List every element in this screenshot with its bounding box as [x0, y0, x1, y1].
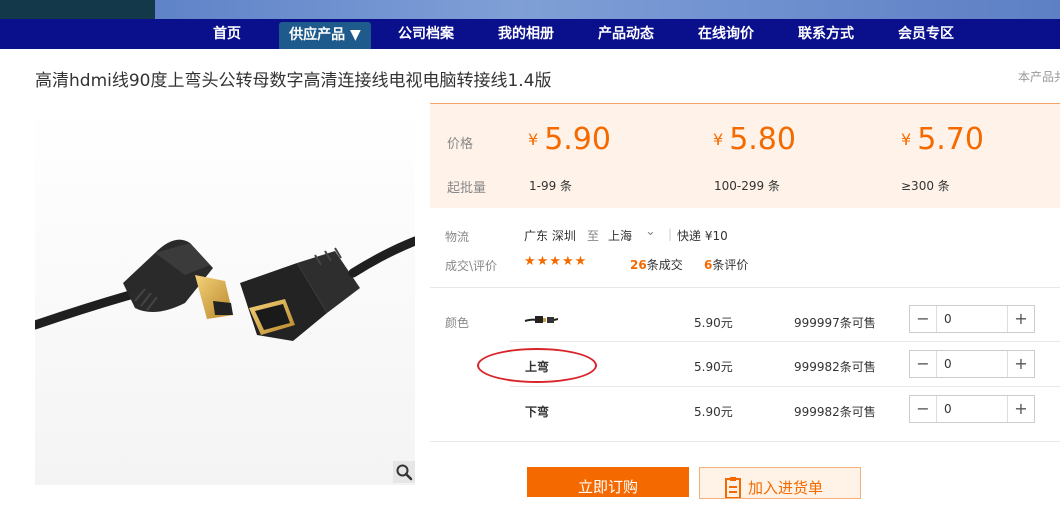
- clipboard-icon: [725, 477, 741, 498]
- nav-item-contact[interactable]: 联系方式: [788, 19, 864, 49]
- section-divider: [430, 287, 1060, 288]
- quantity-stepper: − 0 +: [909, 305, 1035, 333]
- color-label: 颜色: [445, 316, 470, 330]
- reviews-suffix: 条评价: [712, 258, 749, 272]
- quantity-input[interactable]: 0: [944, 396, 952, 422]
- reviews-summary[interactable]: 6条评价: [704, 256, 748, 273]
- row-divider: [510, 386, 1060, 387]
- decrease-button[interactable]: −: [910, 396, 937, 422]
- separator: |: [668, 227, 673, 241]
- price-panel: 价格 起批量 ¥5.90 ¥5.80 ¥5.70 1-99 条 100-299 …: [430, 104, 1060, 208]
- price-value: 5.70: [917, 122, 984, 157]
- section-divider: [430, 441, 1060, 442]
- variant-thumbnail[interactable]: [524, 312, 559, 331]
- quantity-input[interactable]: 0: [944, 351, 952, 377]
- cable-thumbnail-icon: [524, 316, 559, 323]
- price-value: 5.90: [544, 122, 611, 157]
- magnifier-icon: [396, 464, 413, 481]
- variant-stock: 999997条可售: [794, 316, 876, 330]
- deals-summary[interactable]: 26条成交: [630, 256, 683, 273]
- nav-item-home[interactable]: 首页: [198, 19, 256, 49]
- banner-dark-block: [0, 0, 155, 19]
- price-tier-1: ¥5.90: [528, 122, 611, 157]
- currency-symbol: ¥: [901, 130, 912, 149]
- batch-tier-2: 100-299 条: [714, 179, 780, 193]
- express-fee: 快递 ¥10: [677, 229, 728, 243]
- variant-price: 5.90元: [694, 405, 733, 419]
- logistics-to[interactable]: 上海: [608, 227, 632, 244]
- chevron-down-icon[interactable]: ⌄: [645, 224, 656, 239]
- logistics-label: 物流: [445, 230, 470, 244]
- quantity-stepper: − 0 +: [909, 350, 1035, 378]
- logistics-to-word: 至: [587, 229, 600, 243]
- batch-tier-1: 1-99 条: [529, 179, 573, 193]
- variant-name[interactable]: 下弯: [525, 403, 549, 420]
- price-value: 5.80: [729, 122, 796, 157]
- batch-tier-3: ≥300 条: [901, 179, 950, 193]
- main-nav: 首页 供应产品 ▼ 公司档案 我的相册 产品动态 在线询价 联系方式 会员专区: [0, 19, 1060, 49]
- currency-symbol: ¥: [528, 130, 539, 149]
- logistics-from: 广东 深圳: [524, 229, 576, 243]
- batch-label: 起批量: [447, 181, 487, 196]
- nav-item-products[interactable]: 供应产品 ▼: [279, 22, 371, 49]
- quantity-stepper: − 0 +: [909, 395, 1035, 423]
- add-to-list-button[interactable]: 加入进货单: [699, 467, 861, 499]
- buy-now-button[interactable]: 立即订购: [527, 467, 689, 497]
- product-side-note: 本产品共: [1018, 70, 1060, 84]
- top-banner: [0, 0, 1060, 19]
- product-image[interactable]: [30, 103, 420, 485]
- increase-button[interactable]: +: [1007, 306, 1034, 332]
- increase-button[interactable]: +: [1007, 396, 1034, 422]
- increase-button[interactable]: +: [1007, 351, 1034, 377]
- nav-item-news[interactable]: 产品动态: [588, 19, 664, 49]
- nav-item-members[interactable]: 会员专区: [888, 19, 964, 49]
- product-title: 高清hdmi线90度上弯头公转母数字高清连接线电视电脑转接线1.4版: [35, 71, 552, 91]
- decrease-button[interactable]: −: [910, 351, 937, 377]
- price-label: 价格: [447, 137, 474, 152]
- reviews-label: 成交\评价: [445, 259, 498, 273]
- annotation-circle: [477, 348, 597, 383]
- price-tier-3: ¥5.70: [901, 122, 984, 157]
- decrease-button[interactable]: −: [910, 306, 937, 332]
- deals-count: 26: [630, 258, 647, 272]
- variant-stock: 999982条可售: [794, 360, 876, 374]
- variant-price: 5.90元: [694, 360, 733, 374]
- add-to-list-label: 加入进货单: [748, 479, 824, 497]
- zoom-button[interactable]: [393, 461, 415, 483]
- variant-stock: 999982条可售: [794, 405, 876, 419]
- currency-symbol: ¥: [713, 130, 724, 149]
- price-tier-2: ¥5.80: [713, 122, 796, 157]
- row-divider: [510, 341, 1060, 342]
- quantity-input[interactable]: 0: [944, 306, 952, 332]
- variant-price: 5.90元: [694, 316, 733, 330]
- nav-item-inquiry[interactable]: 在线询价: [688, 19, 764, 49]
- star-rating: ★★★★★: [524, 254, 588, 269]
- deals-suffix: 条成交: [646, 258, 683, 272]
- nav-item-album[interactable]: 我的相册: [488, 19, 564, 49]
- banner-image: [155, 0, 1060, 19]
- nav-item-company[interactable]: 公司档案: [388, 19, 464, 49]
